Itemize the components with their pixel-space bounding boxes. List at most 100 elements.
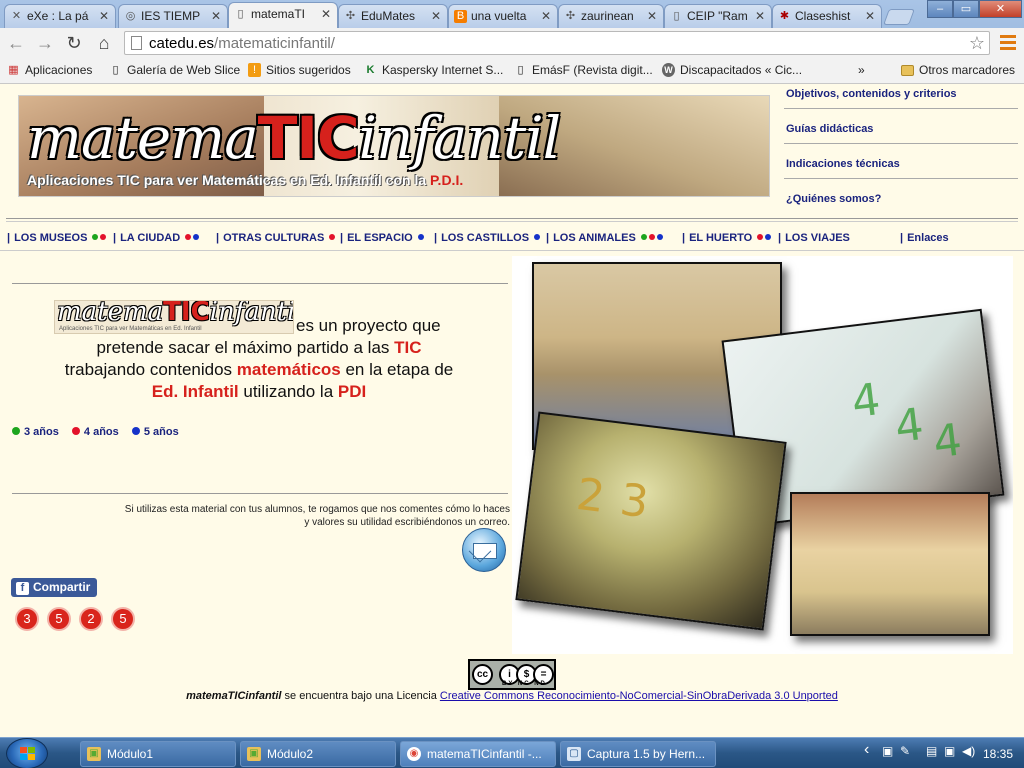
tab-label: eXe : La pá <box>27 9 89 23</box>
pinwheel-icon: ✣ <box>345 10 356 22</box>
link-guias[interactable]: Guías didácticas <box>786 123 873 135</box>
menu-icon[interactable] <box>998 32 1018 52</box>
blue-dot-icon <box>131 427 140 435</box>
close-icon[interactable]: ✕ <box>211 9 221 23</box>
more-bookmarks-icon[interactable]: » <box>858 63 865 77</box>
browser-window: ✕ eXe : La pá ✕ ◎ IES TIEMP ✕ ▯ matemaTI… <box>0 0 1024 84</box>
other-bookmarks[interactable]: Otros marcadores <box>901 63 1015 77</box>
taskbar-modulo2[interactable]: ▣ Módulo2 <box>240 741 396 767</box>
close-icon[interactable]: ✕ <box>321 7 331 21</box>
show-hidden-icons-chevron-icon[interactable]: ‹ <box>864 741 869 759</box>
close-window-button[interactable]: ✕ <box>979 0 1022 18</box>
bookmark-discapacitados[interactable]: W Discapacitados « Cic... <box>662 63 802 77</box>
monitor-icon[interactable]: ▤ <box>926 744 937 758</box>
tab-label: una vuelta <box>471 9 527 23</box>
bookmark-label: EmásF (Revista digit... <box>532 63 653 77</box>
cc-license-badge[interactable]: cc i $ = BY NC ND <box>468 659 556 690</box>
bookmark-label: Kaspersky Internet S... <box>382 63 504 77</box>
bookmark-label: Galería de Web Slice <box>127 63 241 77</box>
menu-los-castillos[interactable]: | LOS CASTILLOS <box>434 232 541 244</box>
wordpress-icon: W <box>662 63 675 77</box>
menu-enlaces[interactable]: | Enlaces <box>900 232 949 244</box>
tab-matematicinfantil[interactable]: ▯ matemaTI ✕ <box>228 2 338 28</box>
home-icon[interactable]: ⌂ <box>92 32 116 54</box>
menu-la-ciudad[interactable]: | LA CIUDAD <box>113 232 200 244</box>
bookmark-sitios[interactable]: ! Sitios sugeridos <box>248 63 351 77</box>
bookmark-galeria[interactable]: ▯ Galería de Web Slice <box>109 63 240 77</box>
windows-logo-icon <box>20 747 36 761</box>
divider <box>6 221 1018 222</box>
page-icon: ▯ <box>517 64 524 76</box>
banner-subtitle: Aplicaciones TIC para ver Matemáticas en… <box>27 172 464 188</box>
star-icon[interactable]: ☆ <box>969 33 985 54</box>
counter-digit: 2 <box>79 607 103 631</box>
divider <box>12 493 508 494</box>
divider <box>6 218 1018 219</box>
speaker-icon[interactable]: ◀) <box>962 744 975 758</box>
idea-icon: ! <box>248 63 261 77</box>
exe-icon: ✕ <box>11 10 22 22</box>
bookmark-label: Discapacitados « Cic... <box>680 63 803 77</box>
close-icon[interactable]: ✕ <box>755 9 765 23</box>
clock[interactable]: 18:35 <box>983 747 1013 761</box>
menu-los-animales[interactable]: | LOS ANIMALES <box>546 232 663 244</box>
back-icon[interactable]: ← <box>4 32 28 54</box>
folder-icon: ▣ <box>87 747 101 761</box>
tab-edumates[interactable]: ✣ EduMates ✕ <box>338 4 448 28</box>
photo-kids-at-table <box>790 492 990 636</box>
kaspersky-icon: K <box>366 64 375 76</box>
menu-los-viajes[interactable]: | LOS VIAJES <box>778 232 850 244</box>
license-link[interactable]: Creative Commons Reconocimiento-NoComerc… <box>440 690 838 702</box>
tab-una-vuelta[interactable]: B una vuelta ✕ <box>448 4 558 28</box>
site-banner[interactable]: matemaTICinfantil Aplicaciones TIC para … <box>18 95 770 197</box>
new-tab-button[interactable] <box>883 9 915 25</box>
photo-interactive-board: 2 3 <box>515 411 787 631</box>
tools-icon[interactable]: ✎ <box>900 744 910 758</box>
tab-label: zaurinean <box>581 9 634 23</box>
menu-otras-culturas[interactable]: | OTRAS CULTURAS <box>216 232 336 244</box>
close-icon[interactable]: ✕ <box>431 9 441 23</box>
tab-ies-tiempo[interactable]: ◎ IES TIEMP ✕ <box>118 4 228 28</box>
start-button[interactable] <box>6 738 48 768</box>
menu-el-huerto[interactable]: | EL HUERTO <box>682 232 772 244</box>
close-icon[interactable]: ✕ <box>865 9 875 23</box>
email-icon[interactable] <box>462 528 506 572</box>
maximize-button[interactable]: ▭ <box>953 0 979 18</box>
menu-el-espacio[interactable]: | EL ESPACIO <box>340 232 424 244</box>
tab-claseshist[interactable]: ✱ Claseshist ✕ <box>772 4 882 28</box>
bookmark-label: Sitios sugeridos <box>266 63 351 77</box>
topic-menu: | LOS MUSEOS | LA CIUDAD | OTRAS CULTURAS |… <box>0 230 1024 246</box>
close-icon[interactable]: ✕ <box>647 9 657 23</box>
tab-ceip-ram[interactable]: ▯ CEIP "Ram ✕ <box>664 4 772 28</box>
bookmark-aplicaciones[interactable]: ▦ Aplicaciones <box>7 63 92 77</box>
site-logo: matemaTICinfantil <box>27 104 561 172</box>
link-objetivos[interactable]: Objetivos, contenidos y criterios <box>786 88 957 100</box>
cc-icon: cc <box>472 664 493 685</box>
feedback-note: Si utilizas esta material con tus alumno… <box>124 504 510 528</box>
page-icon: ▯ <box>237 8 244 20</box>
taskbar-modulo1[interactable]: ▣ Módulo1 <box>80 741 236 767</box>
link-indicaciones[interactable]: Indicaciones técnicas <box>786 158 900 170</box>
taskbar-captura[interactable]: ▢ Captura 1.5 by Hern... <box>560 741 716 767</box>
close-icon[interactable]: ✕ <box>541 9 551 23</box>
share-button[interactable]: f Compartir <box>11 578 97 597</box>
age-3: 3 años <box>12 426 59 438</box>
tab-exe[interactable]: ✕ eXe : La pá ✕ <box>4 4 116 28</box>
network-icon[interactable]: ▣ <box>882 744 893 758</box>
license-badge-label: BY NC ND <box>502 681 547 687</box>
address-bar[interactable]: catedu.es/matematicinfantil/ ☆ <box>124 31 990 55</box>
tab-zaurinean[interactable]: ✣ zaurinean ✕ <box>558 4 664 28</box>
taskbar-chrome[interactable]: ◉ matemaTICinfantil -... <box>400 741 556 767</box>
menu-los-museos[interactable]: | LOS MUSEOS <box>7 232 107 244</box>
network-icon[interactable]: ▣ <box>944 744 955 758</box>
minimize-button[interactable]: – <box>927 0 953 18</box>
bookmark-emasf[interactable]: ▯ EmásF (Revista digit... <box>514 63 653 77</box>
browser-toolbar: ← → ↻ ⌂ catedu.es/matematicinfantil/ ☆ <box>0 28 1024 58</box>
reload-icon[interactable]: ↻ <box>62 32 86 54</box>
link-quienes-somos[interactable]: ¿Quiénes somos? <box>786 193 881 205</box>
forward-icon[interactable]: → <box>33 32 57 54</box>
bookmark-kaspersky[interactable]: K Kaspersky Internet S... <box>364 63 504 77</box>
page-icon <box>131 36 142 50</box>
bookmark-label: Otros marcadores <box>919 63 1016 77</box>
close-icon[interactable]: ✕ <box>99 9 109 23</box>
